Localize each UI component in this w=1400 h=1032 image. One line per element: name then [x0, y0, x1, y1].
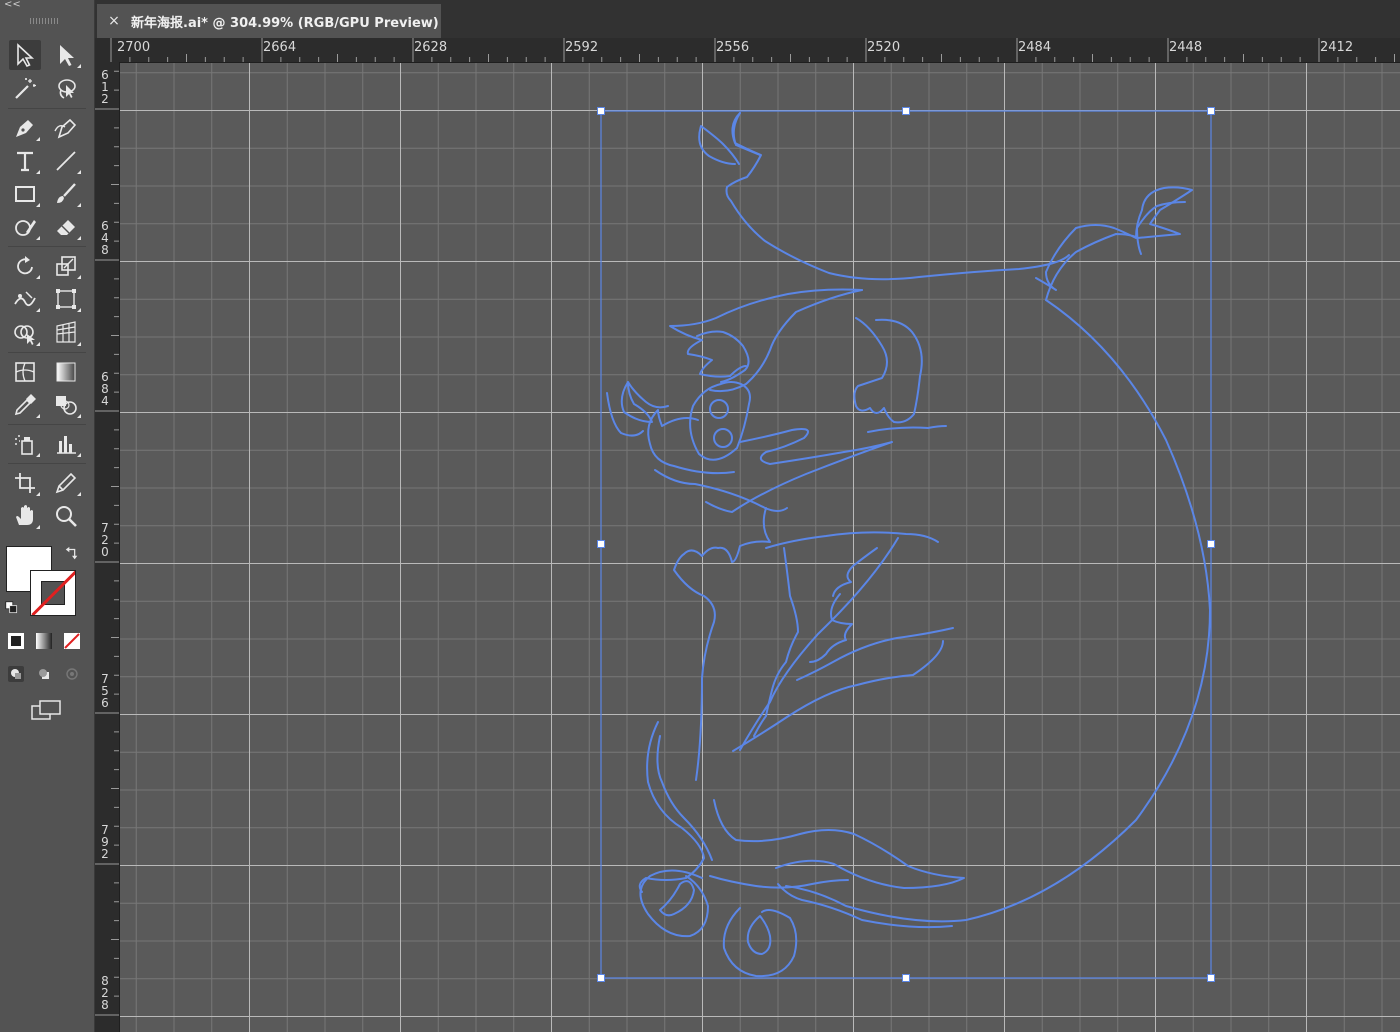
ruler-label: 2700 [117, 40, 151, 55]
artboard-canvas[interactable] [120, 63, 1400, 1032]
eyedropper-tool-icon[interactable] [9, 390, 41, 420]
selection-handle[interactable] [1207, 107, 1215, 115]
selection-handle[interactable] [902, 974, 910, 982]
ruler-label: 684 [101, 370, 109, 408]
ruler-label: 2592 [565, 40, 599, 55]
screen-mode-icon[interactable] [30, 698, 62, 722]
hand-tool-icon[interactable] [9, 501, 41, 531]
ruler-label: 2664 [263, 40, 297, 55]
selection-handle[interactable] [597, 107, 605, 115]
vertical-ruler[interactable]: 612 648 684 720 756 792 828 [95, 62, 120, 1032]
eraser-tool-icon[interactable] [50, 212, 82, 242]
magic-wand-tool-icon[interactable] [9, 74, 41, 104]
rotate-tool-icon[interactable] [9, 251, 41, 281]
ox-line-artwork[interactable] [120, 63, 1400, 1032]
gradient-mode-icon[interactable] [35, 632, 53, 650]
curvature-tool-icon[interactable] [50, 113, 82, 143]
selection-handle[interactable] [597, 974, 605, 982]
draw-behind-icon[interactable] [35, 665, 53, 683]
mesh-tool-icon[interactable] [9, 357, 41, 387]
ruler-label: 2520 [867, 40, 901, 55]
perspective-grid-tool-icon[interactable] [50, 318, 82, 348]
ruler-label: 792 [101, 823, 109, 861]
ruler-label: 2412 [1320, 40, 1354, 55]
tools-panel: << [0, 0, 95, 1032]
none-mode-icon[interactable] [63, 632, 81, 650]
ruler-label: 2628 [414, 40, 448, 55]
selection-handle[interactable] [1207, 540, 1215, 548]
selection-bounding-box [600, 110, 1212, 979]
shaper-tool-icon[interactable] [9, 212, 41, 242]
ruler-label: 2556 [716, 40, 750, 55]
slice-tool-icon[interactable] [50, 468, 82, 498]
horizontal-ruler[interactable]: 2700 2664 2628 2592 2556 2520 2484 2448 … [95, 38, 1400, 63]
line-segment-tool-icon[interactable] [50, 146, 82, 176]
ruler-label: 756 [101, 672, 109, 710]
ruler-label: 612 [101, 68, 109, 106]
panel-grip[interactable] [30, 18, 60, 24]
paintbrush-tool-icon[interactable] [50, 179, 82, 209]
selection-handle[interactable] [597, 540, 605, 548]
collapse-panel-button[interactable]: << [4, 0, 21, 10]
selection-handle[interactable] [1207, 974, 1215, 982]
document-title: 新年海报.ai* @ 304.99% (RGB/GPU Preview) [131, 15, 439, 31]
draw-inside-icon[interactable] [63, 665, 81, 683]
stroke-color-swatch[interactable] [30, 570, 76, 616]
close-tab-button[interactable]: × [97, 13, 131, 29]
document-tab[interactable]: × 新年海报.ai* @ 304.99% (RGB/GPU Preview) [97, 4, 441, 38]
gradient-tool-icon[interactable] [50, 357, 82, 387]
shape-builder-tool-icon[interactable] [9, 318, 41, 348]
default-fill-stroke-icon[interactable] [3, 599, 21, 617]
rectangle-tool-icon[interactable] [9, 179, 41, 209]
draw-normal-icon[interactable] [7, 665, 25, 683]
color-mode-icon[interactable] [7, 632, 25, 650]
document-tab-bar: × 新年海报.ai* @ 304.99% (RGB/GPU Preview) [95, 0, 1400, 38]
zoom-tool-icon[interactable] [50, 501, 82, 531]
scale-tool-icon[interactable] [50, 251, 82, 281]
selection-tool-icon[interactable] [9, 40, 41, 70]
ruler-label: 2448 [1169, 40, 1203, 55]
blend-tool-icon[interactable] [50, 390, 82, 420]
column-graph-tool-icon[interactable] [50, 429, 82, 459]
selection-handle[interactable] [902, 107, 910, 115]
ruler-label: 2484 [1018, 40, 1052, 55]
free-transform-tool-icon[interactable] [50, 284, 82, 314]
ruler-label: 648 [101, 219, 109, 257]
pen-tool-icon[interactable] [9, 113, 41, 143]
ruler-label: 720 [101, 521, 109, 559]
swap-fill-stroke-icon[interactable] [63, 545, 81, 563]
lasso-tool-icon[interactable] [50, 74, 82, 104]
symbol-sprayer-tool-icon[interactable] [9, 429, 41, 459]
type-tool-icon[interactable] [9, 146, 41, 176]
artboard-tool-icon[interactable] [9, 468, 41, 498]
no-stroke-slash [31, 571, 75, 615]
ruler-label: 828 [101, 974, 109, 1012]
puppet-warp-tool-icon[interactable] [9, 284, 41, 314]
direct-selection-tool-icon[interactable] [50, 40, 82, 70]
